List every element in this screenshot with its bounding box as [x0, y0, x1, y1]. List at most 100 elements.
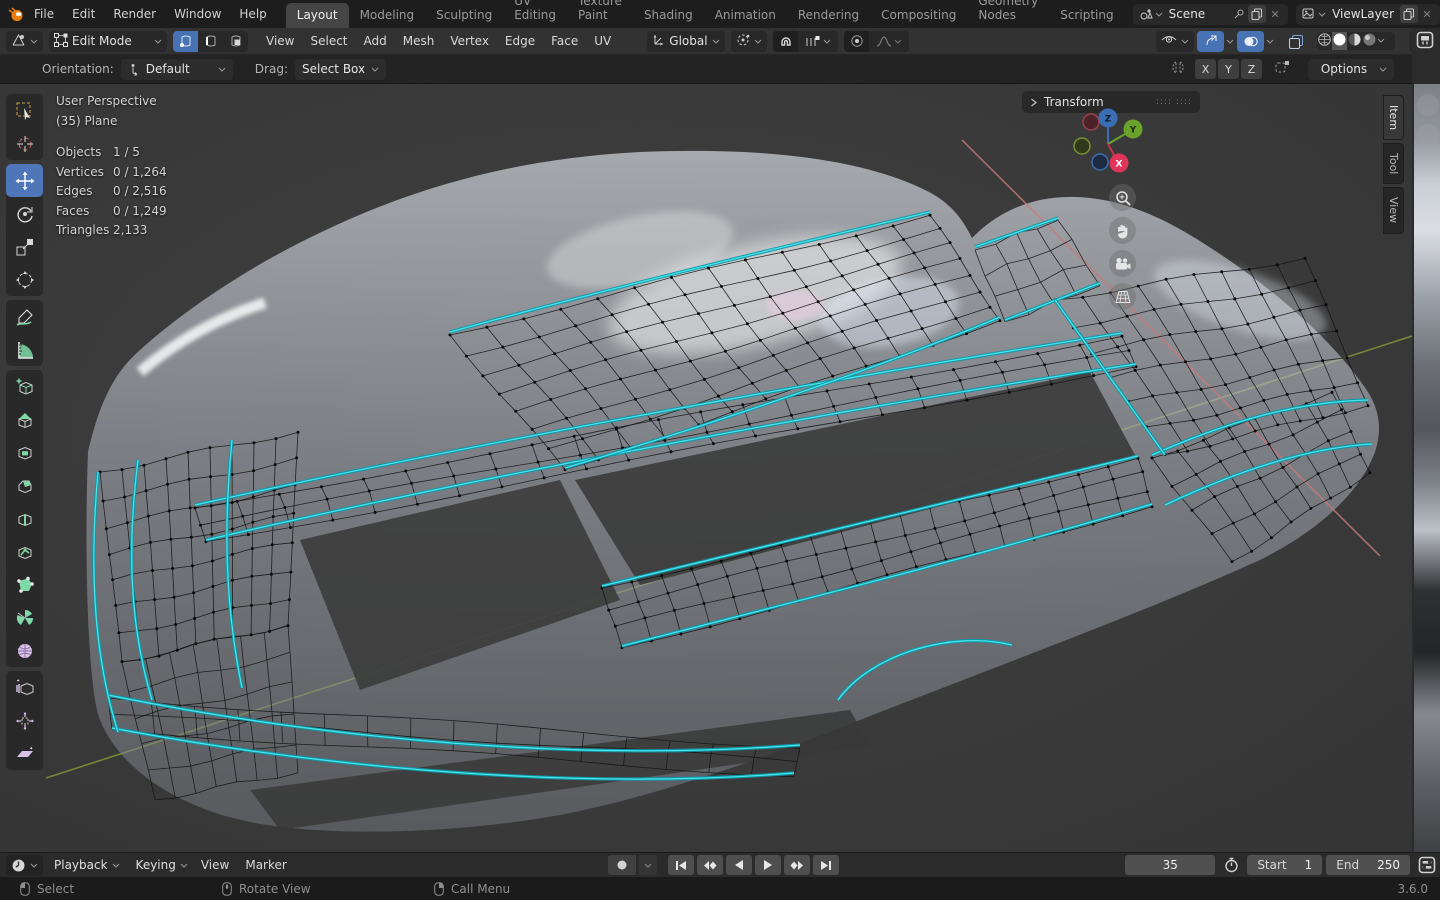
- chevron-down-icon[interactable]: [1266, 39, 1274, 44]
- extrude-region-tool[interactable]: [6, 403, 43, 436]
- solid-shading-button[interactable]: [1332, 32, 1347, 50]
- annotate-tool[interactable]: [6, 300, 43, 333]
- jump-to-start-button[interactable]: [668, 855, 694, 875]
- proportional-edit-toggle[interactable]: [844, 31, 869, 52]
- loop-cut-tool[interactable]: [6, 502, 43, 535]
- rotate-tool[interactable]: [6, 197, 43, 230]
- 3d-viewport[interactable]: User Perspective (35) Plane Objects1 / 5…: [0, 84, 1412, 852]
- shear-tool[interactable]: [6, 737, 43, 770]
- end-frame-field[interactable]: End250: [1326, 855, 1410, 875]
- pan-hand-button[interactable]: [1417, 124, 1439, 146]
- transform-orientation-dropdown[interactable]: Global: [647, 31, 725, 52]
- shrink-fatten-tool[interactable]: [6, 704, 43, 737]
- bevel-tool[interactable]: [6, 469, 43, 502]
- keying-menu[interactable]: Keying: [131, 855, 193, 876]
- tab-rendering[interactable]: Rendering: [787, 3, 870, 28]
- menu-view[interactable]: View: [258, 34, 302, 48]
- pin-icon[interactable]: [1230, 5, 1248, 23]
- rendered-shading-button[interactable]: [1362, 32, 1377, 50]
- current-frame-field[interactable]: 35: [1125, 855, 1215, 875]
- camera-view-button[interactable]: [1109, 250, 1136, 277]
- transform-tool[interactable]: [6, 263, 43, 296]
- tab-layout[interactable]: Layout: [286, 3, 349, 28]
- new-viewlayer-button[interactable]: [1400, 5, 1418, 23]
- show-object-types-dropdown[interactable]: [1156, 31, 1194, 52]
- tab-geometry-nodes[interactable]: Geometry Nodes: [967, 0, 1049, 28]
- timeline-marker-menu[interactable]: Marker: [237, 858, 294, 872]
- new-scene-button[interactable]: [1248, 5, 1266, 23]
- move-tool[interactable]: [6, 164, 43, 197]
- proportional-falloff-dropdown[interactable]: [869, 31, 909, 52]
- start-frame-field[interactable]: Start1: [1247, 855, 1322, 875]
- navigation-gizmo[interactable]: Z Y X: [1066, 100, 1150, 187]
- perspective-toggle-button[interactable]: [1109, 283, 1136, 310]
- orientation-dropdown[interactable]: Default: [121, 59, 233, 80]
- adjacent-editor-strip[interactable]: [1412, 28, 1440, 852]
- snap-target-dropdown[interactable]: [798, 31, 838, 52]
- face-select-button[interactable]: [223, 31, 248, 52]
- mode-dropdown[interactable]: Edit Mode: [49, 31, 167, 52]
- cursor-tool[interactable]: [6, 127, 43, 160]
- measure-tool[interactable]: [6, 333, 43, 366]
- auto-keying-dropdown[interactable]: [639, 855, 657, 875]
- shading-dropdown[interactable]: [1377, 32, 1395, 50]
- menu-uv[interactable]: UV: [586, 34, 619, 48]
- show-gizmo-toggle[interactable]: [1197, 31, 1224, 52]
- edge-slide-tool[interactable]: [6, 671, 43, 704]
- menu-render[interactable]: Render: [104, 0, 165, 28]
- menu-edit[interactable]: Edit: [63, 0, 104, 28]
- auto-keying-toggle[interactable]: [608, 855, 636, 875]
- mirror-z-toggle[interactable]: Z: [1241, 59, 1262, 79]
- play-reverse-button[interactable]: [726, 855, 752, 875]
- vertex-select-button[interactable]: [173, 31, 198, 52]
- menu-select[interactable]: Select: [302, 34, 355, 48]
- editor-type-button[interactable]: [6, 31, 43, 52]
- menu-help[interactable]: Help: [230, 0, 275, 28]
- edge-select-button[interactable]: [198, 31, 223, 52]
- wireframe-shading-button[interactable]: [1317, 32, 1332, 50]
- jump-next-keyframe-button[interactable]: [784, 855, 810, 875]
- timeline-corner-editor-icon[interactable]: [1418, 856, 1436, 877]
- tab-shading[interactable]: Shading: [633, 3, 704, 28]
- tab-item[interactable]: Item: [1383, 95, 1404, 140]
- close-icon[interactable]: ✕: [1418, 5, 1436, 23]
- add-cube-tool[interactable]: [6, 370, 43, 403]
- jump-prev-keyframe-button[interactable]: [697, 855, 723, 875]
- jump-to-end-button[interactable]: [813, 855, 839, 875]
- tab-scripting[interactable]: Scripting: [1049, 3, 1124, 28]
- menu-add[interactable]: Add: [356, 34, 395, 48]
- menu-vertex[interactable]: Vertex: [442, 34, 497, 48]
- viewlayer-selector[interactable]: ViewLayer ✕: [1296, 4, 1440, 25]
- knife-tool[interactable]: [6, 535, 43, 568]
- mirror-x-toggle[interactable]: X: [1195, 59, 1216, 79]
- smooth-tool[interactable]: [6, 634, 43, 667]
- select-box-tool[interactable]: [6, 94, 43, 127]
- tab-animation[interactable]: Animation: [704, 3, 787, 28]
- options-dropdown[interactable]: Options: [1308, 59, 1394, 80]
- snap-base-icon[interactable]: [1274, 59, 1291, 79]
- inset-faces-tool[interactable]: [6, 436, 43, 469]
- panel-grip[interactable]: :::: ::::: [1156, 97, 1192, 107]
- tab-compositing[interactable]: Compositing: [870, 3, 967, 28]
- mirror-y-toggle[interactable]: Y: [1218, 59, 1239, 79]
- image-editor-icon[interactable]: [1416, 31, 1434, 49]
- close-icon[interactable]: ✕: [1266, 5, 1284, 23]
- tab-view[interactable]: View: [1383, 187, 1404, 233]
- scene-selector[interactable]: Scene ✕: [1133, 4, 1288, 25]
- menu-edge[interactable]: Edge: [497, 34, 543, 48]
- material-preview-button[interactable]: [1347, 32, 1362, 50]
- chevron-down-icon[interactable]: [1226, 39, 1234, 44]
- tab-sculpting[interactable]: Sculpting: [425, 3, 503, 28]
- menu-face[interactable]: Face: [543, 34, 586, 48]
- tab-uv-editing[interactable]: UV Editing: [503, 0, 567, 28]
- tab-texture-paint[interactable]: Texture Paint: [567, 0, 633, 28]
- scale-tool[interactable]: [6, 230, 43, 263]
- play-button[interactable]: [755, 855, 781, 875]
- menu-file[interactable]: File: [25, 0, 63, 28]
- show-overlays-toggle[interactable]: [1237, 31, 1264, 52]
- pivot-point-dropdown[interactable]: [731, 31, 767, 52]
- stopwatch-icon[interactable]: [1219, 856, 1243, 874]
- pan-hand-button[interactable]: [1109, 217, 1136, 244]
- poly-build-tool[interactable]: [6, 568, 43, 601]
- zoom-button[interactable]: [1109, 184, 1136, 211]
